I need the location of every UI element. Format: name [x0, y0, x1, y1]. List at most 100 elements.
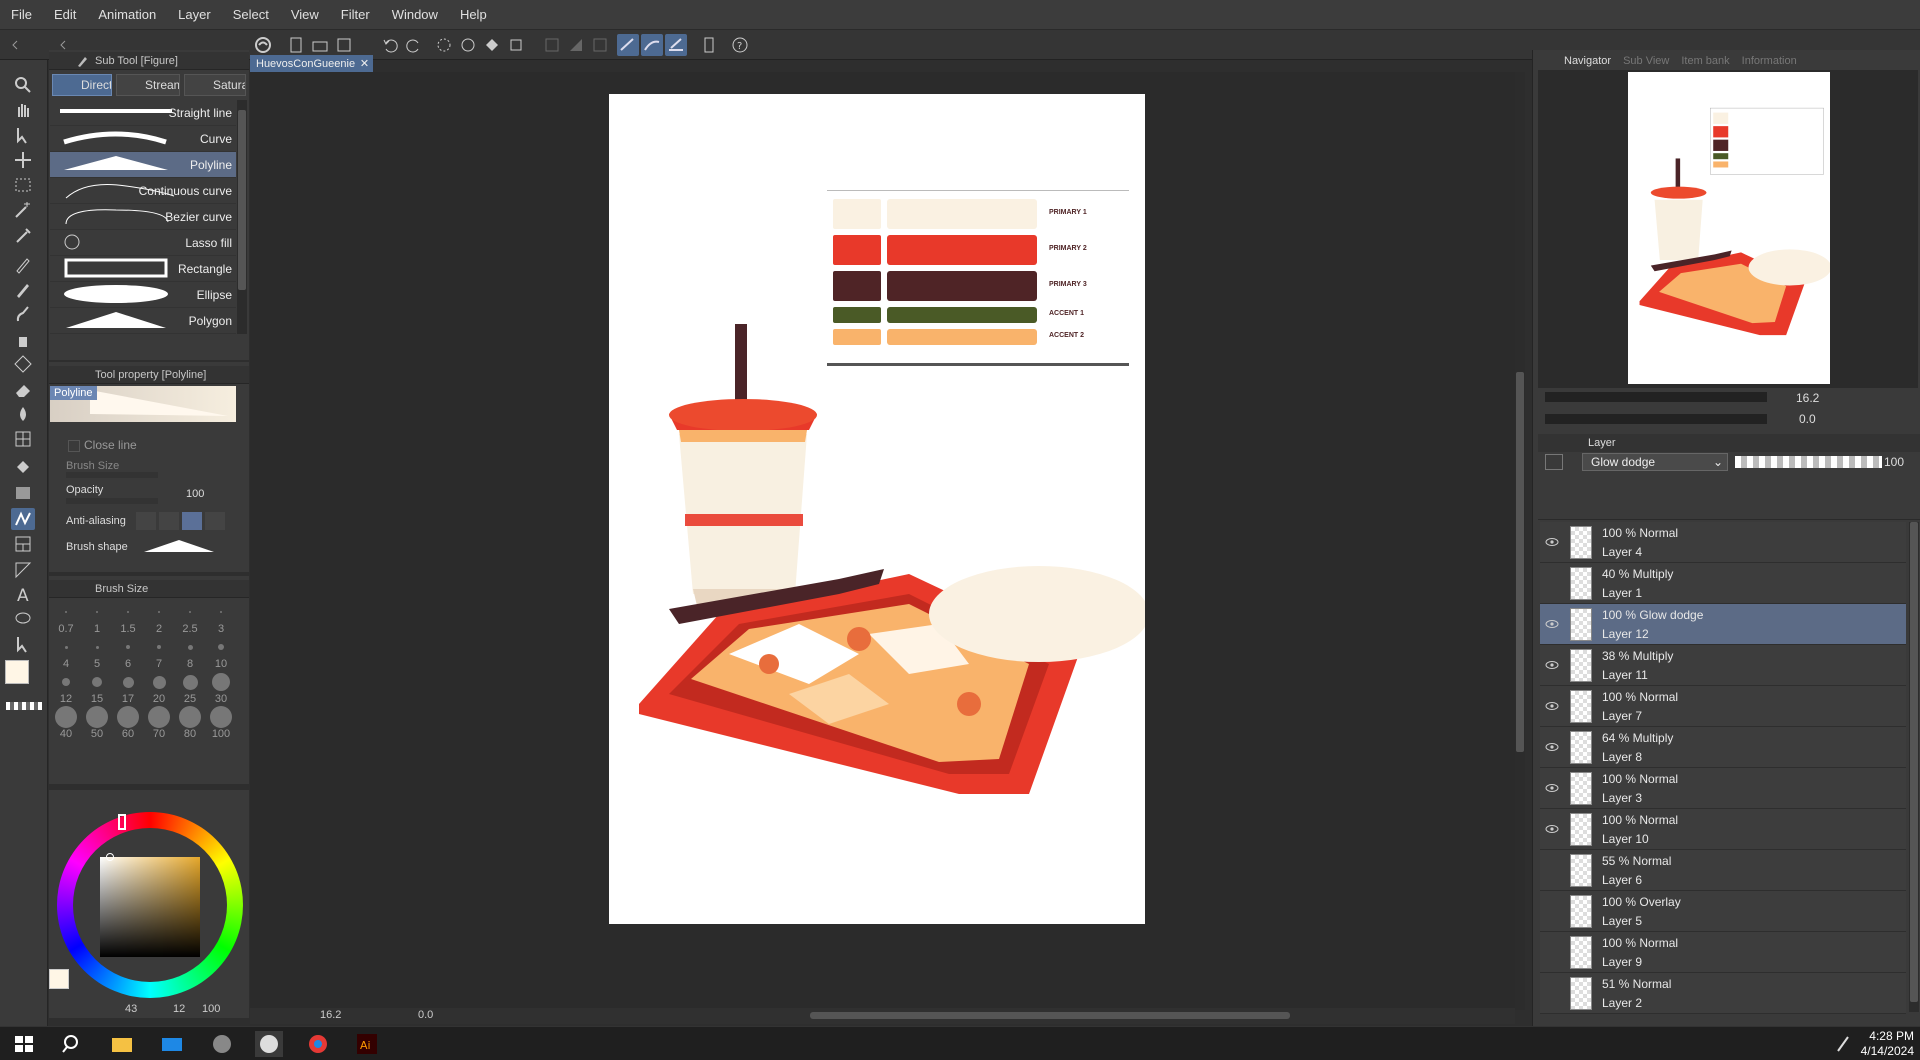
clip-studio-paint-icon[interactable] — [255, 1031, 283, 1057]
layer-opacity-value[interactable]: 100 — [1884, 455, 1904, 469]
menu-animation[interactable]: Animation — [87, 7, 167, 22]
tab-stream[interactable]: Stream — [116, 74, 180, 96]
menu-file[interactable]: File — [0, 7, 43, 22]
figure-icon[interactable] — [11, 508, 35, 530]
subtool-item-curve[interactable]: Curve — [50, 126, 236, 152]
brush-size-dot[interactable] — [92, 677, 102, 687]
layer-row[interactable]: 55 % Normal Layer 6 — [1540, 850, 1906, 891]
clear-outside-icon[interactable] — [457, 34, 479, 56]
collapse-left-icon[interactable] — [4, 34, 18, 56]
layer-name[interactable]: Layer 6 — [1602, 873, 1642, 887]
brush-size-dot[interactable] — [179, 706, 201, 728]
eye-icon[interactable] — [1544, 904, 1560, 918]
brush-size-dot[interactable] — [95, 645, 99, 649]
layer-row[interactable]: 51 % Normal Layer 2 — [1540, 973, 1906, 1014]
layer-scrollbar[interactable] — [1909, 522, 1919, 1012]
layer-name[interactable]: Layer 5 — [1602, 914, 1642, 928]
eye-icon[interactable] — [1544, 740, 1560, 754]
brush-size-dot[interactable] — [55, 706, 77, 728]
frame-icon[interactable] — [11, 533, 35, 555]
subtool-scrollbar[interactable] — [237, 100, 247, 334]
move-icon[interactable] — [11, 149, 35, 171]
tab-sub-view[interactable]: Sub View — [1623, 52, 1669, 70]
eye-icon[interactable] — [1544, 986, 1560, 1000]
brush-size-dot[interactable] — [157, 645, 161, 649]
menu-select[interactable]: Select — [222, 7, 280, 22]
navigator-zoom-slider[interactable] — [1545, 392, 1767, 402]
brush-size-dot[interactable] — [65, 611, 67, 613]
menu-view[interactable]: View — [280, 7, 330, 22]
decoration-icon[interactable] — [11, 353, 35, 375]
correct-line-icon[interactable] — [11, 633, 35, 655]
tab-direct[interactable]: Direct — [52, 74, 112, 96]
eye-icon[interactable] — [1544, 617, 1560, 631]
brush-size-dot[interactable] — [189, 611, 191, 613]
eye-icon[interactable] — [1544, 699, 1560, 713]
tab-item-bank[interactable]: Item bank — [1681, 52, 1729, 70]
app-logo-icon[interactable] — [252, 34, 274, 56]
brush-size-dot[interactable] — [210, 706, 232, 728]
tab-information[interactable]: Information — [1742, 52, 1797, 70]
file-explorer-icon[interactable] — [108, 1031, 136, 1057]
eye-icon[interactable] — [1544, 945, 1560, 959]
transparent-color-swatch[interactable] — [6, 702, 42, 710]
subtool-item-ellipse[interactable]: Ellipse — [50, 282, 236, 308]
subtool-item-polyline[interactable]: Polyline — [50, 152, 236, 178]
brush-size-dot[interactable] — [148, 706, 170, 728]
selection-tool-1-icon[interactable] — [541, 34, 563, 56]
layer-name[interactable]: Layer 9 — [1602, 955, 1642, 969]
menu-help[interactable]: Help — [449, 7, 498, 22]
eye-icon[interactable] — [1544, 576, 1560, 590]
new-file-icon[interactable] — [285, 34, 307, 56]
selection-tool-3-icon[interactable] — [589, 34, 611, 56]
layer-name[interactable]: Layer 11 — [1602, 668, 1648, 682]
object-select-icon[interactable] — [11, 124, 35, 146]
antialias-strong-button[interactable] — [205, 512, 225, 530]
navigator-rotation-slider[interactable] — [1545, 414, 1767, 424]
open-file-icon[interactable] — [309, 34, 331, 56]
text-icon[interactable]: A — [11, 583, 35, 606]
save-icon[interactable] — [333, 34, 355, 56]
layer-row[interactable]: 40 % Multiply Layer 1 — [1540, 563, 1906, 604]
layer-color-icon[interactable] — [1545, 454, 1563, 470]
mail-icon[interactable] — [158, 1031, 186, 1057]
snap-ruler-icon[interactable] — [617, 34, 639, 56]
eye-icon[interactable] — [1544, 822, 1560, 836]
pen-icon[interactable] — [11, 253, 35, 275]
pen-input-icon[interactable] — [1830, 1031, 1858, 1057]
illustrator-icon[interactable]: Ai — [353, 1031, 381, 1057]
antialias-none-button[interactable] — [136, 512, 156, 530]
layer-row[interactable]: 100 % Normal Layer 7 — [1540, 686, 1906, 727]
brush-size-dot[interactable] — [127, 611, 129, 613]
brush-shape-preview[interactable] — [140, 538, 218, 554]
brush-size-dot[interactable] — [62, 678, 70, 686]
eye-icon[interactable] — [1544, 535, 1560, 549]
main-color-swatch[interactable] — [5, 660, 29, 684]
snap-special-ruler-icon[interactable] — [641, 34, 663, 56]
layer-row[interactable]: 100 % Normal Layer 4 — [1540, 522, 1906, 563]
magic-wand-icon[interactable] — [11, 199, 35, 221]
airbrush-icon[interactable] — [11, 328, 35, 350]
brush-size-dot[interactable] — [152, 675, 166, 689]
blend-mode-select[interactable]: Glow dodge ⌄ — [1582, 453, 1728, 471]
layer-row[interactable]: 100 % Normal Layer 9 — [1540, 932, 1906, 973]
subtool-item-straight-line[interactable]: Straight line — [50, 100, 236, 126]
layer-name[interactable]: Layer 12 — [1602, 627, 1649, 641]
blend-icon[interactable] — [11, 403, 35, 425]
eye-icon[interactable] — [1544, 658, 1560, 672]
brush-size-dot[interactable] — [187, 644, 193, 650]
layer-name[interactable]: Layer 8 — [1602, 750, 1642, 764]
canvas-horizontal-scroll-thumb[interactable] — [810, 1012, 1290, 1019]
brush-size-slider[interactable] — [66, 472, 158, 478]
clear-icon[interactable] — [433, 34, 455, 56]
brush-size-dot[interactable] — [126, 645, 130, 649]
close-line-checkbox[interactable] — [68, 440, 80, 452]
antialias-weak-button[interactable] — [159, 512, 179, 530]
tab-navigator[interactable]: Navigator — [1564, 52, 1611, 70]
navigator-rotation-value[interactable]: 0.0 — [1799, 412, 1816, 426]
menu-edit[interactable]: Edit — [43, 7, 87, 22]
menu-window[interactable]: Window — [381, 7, 449, 22]
canvas-vertical-scrollbar[interactable] — [1515, 72, 1525, 1010]
eye-icon[interactable] — [1544, 863, 1560, 877]
brush-size-dot[interactable] — [122, 676, 134, 688]
